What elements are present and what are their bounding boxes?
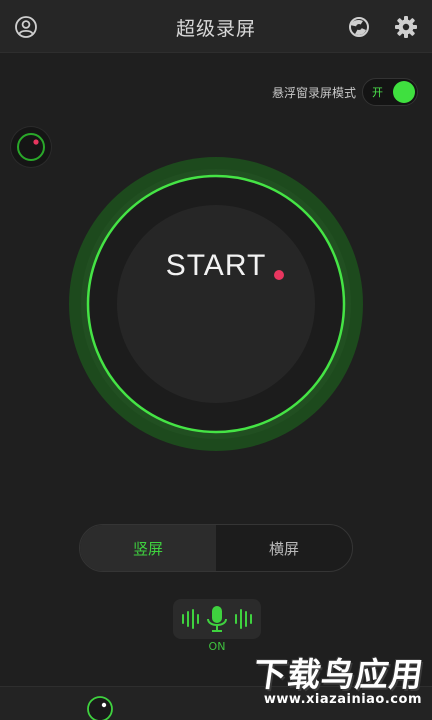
start-button[interactable]: START [117,205,315,403]
tab-landscape[interactable]: 横屏 [216,525,352,571]
floating-mode-label: 悬浮窗录屏模式 [271,85,356,100]
floating-mode-row: 悬浮窗录屏模式 开 [272,78,418,106]
gear-icon[interactable] [392,13,420,41]
watermark-brand: 下载鸟应用 [250,655,427,694]
toggle-knob [393,81,415,103]
watermark-url: www.xiazainiao.com [263,692,422,707]
record-control: START [69,157,363,451]
nav-record-icon[interactable] [86,695,114,720]
theme-icon[interactable] [345,13,373,41]
record-dot-icon [274,270,284,280]
orientation-switch: 竖屏 横屏 [79,524,353,572]
floating-mode-toggle[interactable]: 开 [362,78,418,106]
microphone-icon [182,606,252,632]
tab-portrait[interactable]: 竖屏 [80,525,216,571]
toggle-state-text: 开 [372,86,383,99]
floating-ball[interactable] [11,127,51,167]
record-ball-icon [17,133,45,161]
app-screen: 超级录屏 悬浮窗录屏模式 开 START 竖屏 横屏 ON 下载鸟应用 www.… [0,0,432,720]
microphone-toggle[interactable] [173,599,261,639]
start-label: START [165,249,267,282]
watermark: 下载鸟应用 www.xiazainiao.com [212,648,426,712]
top-bar: 超级录屏 [0,0,432,53]
